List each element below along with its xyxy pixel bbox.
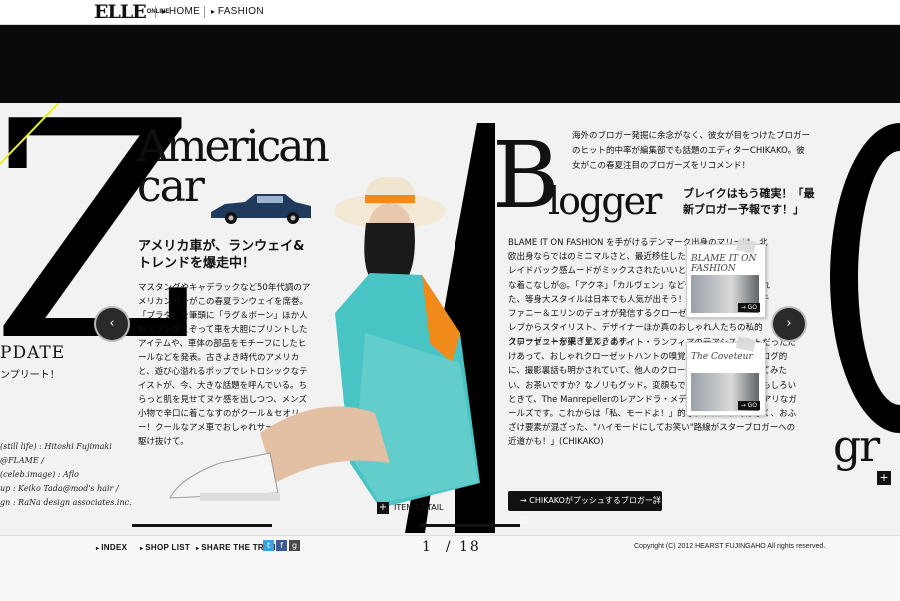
chevron-right-icon: › [786, 316, 792, 331]
credit-line: up : Keiko Tada@mod's hair / [0, 484, 119, 493]
credit-line: (celeb.image) : Aflo [0, 470, 79, 479]
divider-line [420, 524, 520, 527]
tape-decoration [735, 238, 757, 254]
top-nav: ELLEONLINE HOME FASHION [0, 0, 900, 25]
header-band [0, 25, 900, 103]
photo-credits: (still life) : Hitoshi Fujimaki @FLAME /… [0, 440, 135, 510]
magazine-spread: Z PDATE ンプリート！ (still life) : Hitoshi Fu… [0, 103, 900, 535]
item-detail-link[interactable]: + ITEM DETAIL [377, 502, 444, 514]
chevron-left-icon: ‹ [109, 316, 115, 331]
tape-decoration [735, 336, 757, 352]
prev-page-button[interactable]: ‹ [96, 308, 128, 340]
go-button[interactable]: → GO [737, 303, 760, 312]
heading-blogger-rest: logger [548, 179, 662, 223]
nav-home-link[interactable]: HOME [155, 6, 200, 18]
footer-bar: INDEX SHOP LIST SHARE THE TREND! t f g 1… [0, 535, 900, 601]
blogger-detail-button[interactable]: → CHIKAKOがプッシュするブロガー詳細 [508, 491, 662, 525]
copyright-text: Copyright (C) 2012 HEARST FUJINGAHO All … [634, 543, 826, 550]
next-page-button[interactable]: › [773, 308, 805, 340]
next-heading-fragment: gr [833, 421, 880, 472]
update-subtitle: ンプリート！ [0, 370, 60, 381]
twitter-icon[interactable]: t [263, 540, 274, 551]
facebook-icon[interactable]: f [276, 540, 287, 551]
right-subheading: ブレイクはもう確実！「最新ブロガー予報です！」 [683, 187, 815, 216]
google-plus-icon[interactable]: g [289, 540, 300, 551]
big-letter-o [830, 123, 900, 433]
plus-icon: + [377, 502, 389, 514]
arrow-right-icon: → [520, 496, 530, 505]
blog-card-the-coveteur[interactable]: The Coveteur → GO [686, 336, 766, 416]
update-title: PDATE [0, 343, 66, 363]
index-link[interactable]: INDEX [96, 543, 127, 552]
shop-list-link[interactable]: SHOP LIST [140, 543, 190, 552]
blog-card-title: The Coveteur [691, 352, 753, 362]
blog-card-title: BLAME IT ON FASHION [691, 254, 757, 274]
right-intro-text: 海外のブロガー発掘に余念がなく、彼女が目をつけたブロガーのヒット的中率が編集部で… [572, 131, 811, 171]
heading-blogger-b: B [492, 122, 560, 229]
divider-line [132, 524, 272, 527]
plus-icon[interactable]: + [877, 471, 891, 485]
page-indicator: 1 / 18 [422, 539, 481, 555]
credit-line: gn : RaNa design associates.inc. [0, 498, 132, 507]
credit-line: (still life) : Hitoshi Fujimaki @FLAME / [0, 442, 112, 465]
model-photo [169, 177, 480, 508]
go-button[interactable]: → GO [737, 401, 760, 410]
blog-card-blame-it-on-fashion[interactable]: BLAME IT ON FASHION → GO [686, 238, 766, 318]
nav-fashion-link[interactable]: FASHION [204, 6, 264, 18]
